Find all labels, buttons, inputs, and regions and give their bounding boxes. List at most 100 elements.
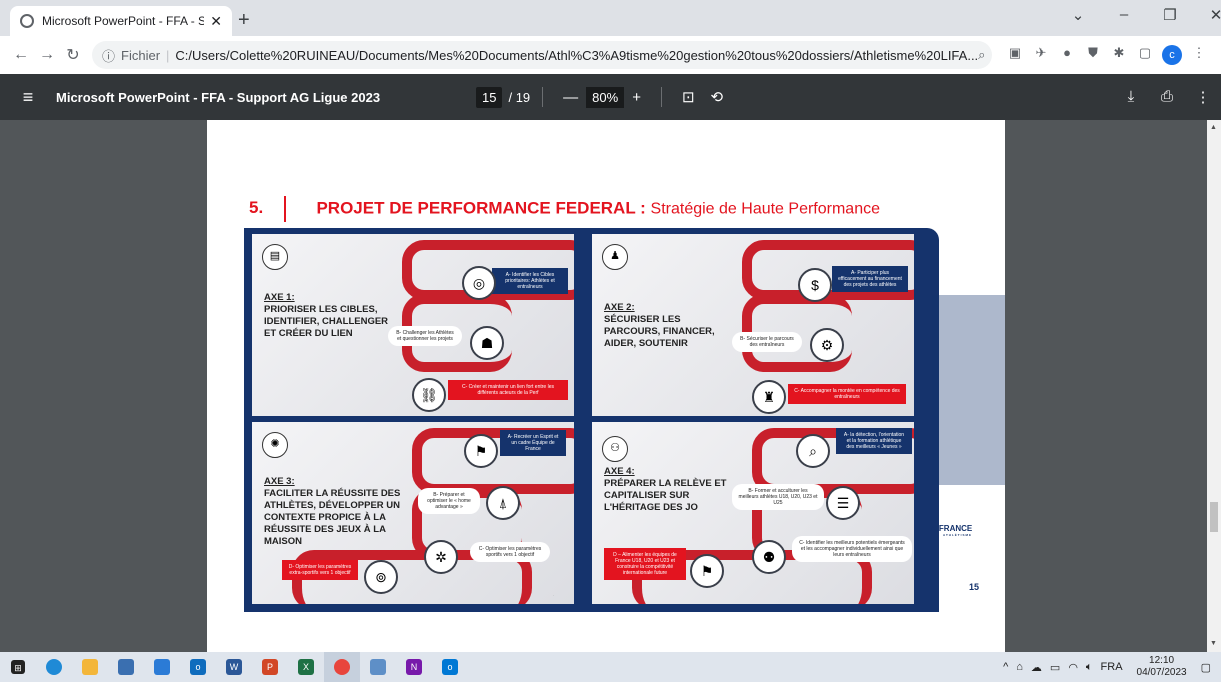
clock[interactable]: 12:10 04/07/2023 xyxy=(1137,655,1187,679)
axe-1-step-b: B- Challenger les Athlètes et questionne… xyxy=(388,326,462,346)
scrollbar-thumb[interactable] xyxy=(1210,502,1218,532)
print-icon[interactable]: ⎙ xyxy=(1149,88,1185,106)
axe-2-step-c: C- Accompagner la montée en compétence d… xyxy=(788,384,906,404)
axe-1-description: PRIORISER LES CIBLES, IDENTIFIER, CHALLE… xyxy=(264,304,389,339)
training-icon: ☰ xyxy=(826,486,860,520)
axe-4-step-b: B- Former et acculturer les meilleurs at… xyxy=(732,484,824,510)
axe-2-description: SÉCURISER LES PARCOURS, FINANCER, AIDER,… xyxy=(604,314,715,349)
clock-time: 12:10 xyxy=(1149,655,1175,666)
window-controls: ⌄ – ❐ ✕ xyxy=(1055,6,1221,24)
zoom-in-button[interactable]: + xyxy=(632,89,641,106)
link-icon: ⛓ xyxy=(412,378,446,412)
extensions-puzzle-icon[interactable]: ✱ xyxy=(1106,45,1132,65)
extension-pdf-icon[interactable]: ▣ xyxy=(1002,45,1028,65)
outlook-mail-icon[interactable]: o xyxy=(432,652,468,682)
slide-title-main: PROJET DE PERFORMANCE FEDERAL : xyxy=(316,198,646,218)
chrome-icon[interactable] xyxy=(324,652,360,682)
photo-viewer-icon[interactable] xyxy=(360,652,396,682)
page-total: / 19 xyxy=(508,89,531,105)
menu-kebab-icon[interactable]: ⋮ xyxy=(1186,45,1212,65)
start-button[interactable]: ⊞ xyxy=(0,652,36,682)
axe-3-step-d: D- Optimiser les paramètres extra-sporti… xyxy=(282,560,358,580)
restore-button[interactable]: ❐ xyxy=(1147,6,1193,24)
axe-1-text: AXE 1: PRIORISER LES CIBLES, IDENTIFIER,… xyxy=(264,292,389,340)
language-indicator[interactable]: FRA xyxy=(1101,661,1123,673)
extension-send-icon[interactable]: ✈ xyxy=(1028,45,1054,65)
axe-2-text: AXE 2: SÉCURISER LES PARCOURS, FINANCER,… xyxy=(604,302,734,350)
volume-icon[interactable]: 🔈︎ xyxy=(1086,661,1093,674)
axe-4-label: AXE 4: xyxy=(604,466,635,477)
slide-title: 5. PROJET DE PERFORMANCE FEDERAL : Strat… xyxy=(249,196,880,222)
close-window-button[interactable]: ✕ xyxy=(1193,6,1221,24)
toolbar-divider xyxy=(542,87,544,107)
pdf-viewer[interactable]: 5. PROJET DE PERFORMANCE FEDERAL : Strat… xyxy=(0,120,1207,652)
fit-page-icon[interactable]: ⊡ xyxy=(682,88,695,106)
axe-2-step-b: B- Sécuriser le parcours des entraîneurs xyxy=(732,332,802,352)
settings-icon: ✲ xyxy=(424,540,458,574)
axe-4-step-d: D – Alimenter les équipes de France U18,… xyxy=(604,548,686,580)
side-panel-icon[interactable]: ▢ xyxy=(1132,45,1158,65)
download-icon[interactable]: ⤓ xyxy=(1113,88,1149,106)
coach-icon: ⚙ xyxy=(810,328,844,362)
athletes-icon: ⚇ xyxy=(602,436,628,462)
axe-4-description: PRÉPARER LA RELÈVE ET CAPITALISER SUR L'… xyxy=(604,478,727,513)
gears-icon: ✺ xyxy=(262,432,288,458)
forward-icon[interactable]: → xyxy=(34,46,60,64)
money-hand-icon: $ xyxy=(798,268,832,302)
pdf-toolbar: ≡ Microsoft PowerPoint - FFA - Support A… xyxy=(0,74,1221,120)
profile-avatar[interactable]: c xyxy=(1162,45,1182,65)
file-explorer-icon[interactable] xyxy=(72,652,108,682)
excel-icon[interactable]: X xyxy=(288,652,324,682)
rotate-icon[interactable]: ⟲ xyxy=(711,88,724,106)
onedrive-icon[interactable]: ☁ xyxy=(1031,661,1042,674)
scroll-down-icon[interactable]: ▼ xyxy=(1210,640,1217,647)
page-number-input[interactable]: 15 xyxy=(476,86,503,108)
flag-icon: ⚑ xyxy=(464,434,498,468)
back-icon[interactable]: ← xyxy=(8,46,34,64)
axe-3-step-b: B- Préparer et optimiser le « home advan… xyxy=(418,488,480,514)
tab-search-chevron-icon[interactable]: ⌄ xyxy=(1055,6,1101,24)
media-player-icon[interactable] xyxy=(144,652,180,682)
zoom-out-button[interactable]: — xyxy=(563,89,578,106)
minimize-button[interactable]: – xyxy=(1101,6,1147,24)
axe-1-label: AXE 1: xyxy=(264,292,295,303)
more-options-icon[interactable]: ⋮ xyxy=(1185,88,1221,106)
onenote-icon[interactable]: N xyxy=(396,652,432,682)
new-tab-button[interactable]: + xyxy=(238,9,250,32)
url-field[interactable]: ⓘ Fichier | C:/Users/Colette%20RUINEAU/D… xyxy=(92,41,992,69)
toolbar-divider xyxy=(660,87,662,107)
axe-3-step-c: C- Optimiser les paramètres sportifs ver… xyxy=(470,542,550,562)
extension-cookie-icon[interactable]: ● xyxy=(1054,45,1080,65)
tray-chevron-icon[interactable]: ^ xyxy=(1003,661,1008,673)
calculator-icon[interactable] xyxy=(108,652,144,682)
people-icon: ♟ xyxy=(602,244,628,270)
extension-ublock-icon[interactable]: ⛊ xyxy=(1080,45,1106,65)
vertical-scrollbar[interactable]: ▲ ▼ xyxy=(1207,120,1221,652)
axe-3-panel: ✺ AXE 3: FACILITER LA RÉUSSITE DES ATHLÈ… xyxy=(252,422,574,604)
zoom-icon[interactable]: ⌕ xyxy=(978,47,992,62)
pdf-menu-icon[interactable]: ≡ xyxy=(0,87,56,108)
coins-icon: ⊚ xyxy=(364,560,398,594)
outlook-icon[interactable]: o xyxy=(180,652,216,682)
battery-icon[interactable]: ▭ xyxy=(1050,661,1060,674)
wifi-icon[interactable]: ◠ xyxy=(1068,661,1078,674)
info-icon[interactable]: ⓘ xyxy=(102,46,115,65)
edge-icon[interactable] xyxy=(36,652,72,682)
powerpoint-icon[interactable]: P xyxy=(252,652,288,682)
logo-mark-icon: ▲ xyxy=(929,524,937,533)
zoom-level-input[interactable]: 80% xyxy=(586,86,625,108)
axe-2-label: AXE 2: xyxy=(604,302,635,313)
word-icon[interactable]: W xyxy=(216,652,252,682)
notifications-icon[interactable]: ▢ xyxy=(1201,661,1211,674)
axe-2-step-a: A- Participer plus efficacement au finan… xyxy=(832,266,908,292)
podium-icon: ♜ xyxy=(752,380,786,414)
close-tab-icon[interactable]: ✕ xyxy=(210,13,222,30)
axe-3-step-a: A- Recréer un Esprit et un cadre Équipe … xyxy=(500,430,566,456)
browser-tab[interactable]: Microsoft PowerPoint - FFA - Sup ✕ xyxy=(10,6,232,36)
meet-now-icon[interactable]: ⌂ xyxy=(1016,661,1023,673)
tab-title: Microsoft PowerPoint - FFA - Sup xyxy=(42,14,205,28)
address-bar-row: ← → ↻ ⓘ Fichier | C:/Users/Colette%20RUI… xyxy=(0,36,1221,74)
reload-icon[interactable]: ↻ xyxy=(60,45,86,65)
system-tray: ^ ⌂ ☁ ▭ ◠ 🔈︎ FRA 12:10 04/07/2023 ▢ xyxy=(999,655,1221,679)
scroll-up-icon[interactable]: ▲ xyxy=(1210,124,1217,131)
